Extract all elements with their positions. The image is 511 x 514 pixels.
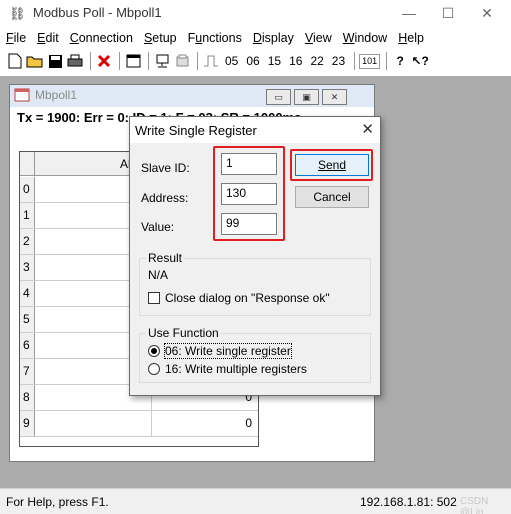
toolbar-separator	[90, 52, 91, 70]
value-cell[interactable]: 0	[153, 411, 258, 436]
maximize-button[interactable]: ☐	[433, 3, 463, 23]
row-index: 1	[20, 203, 35, 228]
menu-file[interactable]: File	[6, 31, 26, 45]
toolbar: 05 06 15 16 22 23 101 ? ↖?	[0, 48, 480, 74]
dialog-title-bar: Write Single Register ✕	[130, 117, 380, 143]
toolbar-separator	[148, 52, 149, 70]
minimize-button[interactable]: —	[394, 3, 424, 23]
menu-connection[interactable]: Connection	[70, 31, 133, 45]
function-06-label[interactable]: 06: Write single register	[164, 343, 292, 359]
connection-status-text: 192.168.1.81: 502	[360, 495, 457, 509]
result-legend: Result	[146, 251, 185, 265]
title-bar: ⛓ Modbus Poll - Mbpoll1 — ☐ ✕	[0, 0, 511, 27]
menu-view[interactable]: View	[305, 31, 332, 45]
dialog-close-button[interactable]: ✕	[361, 120, 374, 138]
row-index: 7	[20, 359, 35, 384]
slave-id-label: Slave ID:	[141, 161, 190, 175]
send-highlight-box	[290, 149, 373, 181]
toolbar-separator	[386, 52, 388, 70]
connect-icon[interactable]	[153, 51, 171, 71]
use-function-legend: Use Function	[146, 326, 221, 340]
window-title: Modbus Poll - Mbpoll1	[33, 5, 162, 20]
button-101[interactable]: 101	[359, 53, 381, 69]
row-index: 0	[20, 177, 35, 202]
fields-highlight-box	[213, 146, 285, 241]
menu-display[interactable]: Display	[253, 31, 294, 45]
open-folder-icon[interactable]	[26, 51, 44, 71]
watermark-text: CSDN @Lin	[460, 496, 489, 514]
delete-icon[interactable]	[95, 51, 113, 71]
pulse-icon[interactable]	[202, 51, 220, 71]
toolbar-separator	[119, 52, 120, 70]
child-title-bar: Mbpoll1 ▭ ▣ ✕	[10, 85, 374, 107]
child-minimize-button[interactable]: ▭	[266, 89, 291, 105]
row-index: 3	[20, 255, 35, 280]
function-22-button[interactable]: 22	[307, 51, 326, 71]
dialog-title: Write Single Register	[135, 123, 257, 138]
new-file-icon[interactable]	[6, 51, 24, 71]
menu-functions[interactable]: Functions	[188, 31, 242, 45]
status-bar: For Help, press F1. 192.168.1.81: 502 CS…	[0, 488, 511, 514]
modbus-app-icon: ⛓	[9, 6, 26, 21]
menu-setup[interactable]: Setup	[144, 31, 177, 45]
row-index: 6	[20, 333, 35, 358]
mbpoll-window-icon	[14, 88, 30, 105]
function-16-button[interactable]: 16	[286, 51, 305, 71]
menu-edit[interactable]: Edit	[37, 31, 59, 45]
toolbar-separator	[354, 52, 356, 70]
save-icon[interactable]	[46, 51, 64, 71]
menu-bar: File Edit Connection Setup Functions Dis…	[0, 28, 511, 48]
row-index: 5	[20, 307, 35, 332]
row-index: 2	[20, 229, 35, 254]
result-group	[139, 258, 371, 316]
grid-corner	[20, 152, 35, 176]
toolbar-separator	[197, 52, 198, 70]
function-15-button[interactable]: 15	[265, 51, 284, 71]
function-16-label[interactable]: 16: Write multiple registers	[165, 362, 307, 376]
function-06-radio[interactable]	[148, 345, 160, 357]
function-23-button[interactable]: 23	[329, 51, 348, 71]
row-index: 4	[20, 281, 35, 306]
window-icon[interactable]	[124, 51, 142, 71]
table-row[interactable]: 9 0	[20, 411, 258, 437]
result-text: N/A	[148, 268, 169, 282]
child-close-button[interactable]: ✕	[322, 89, 347, 105]
help-icon[interactable]: ?	[391, 51, 409, 71]
function-16-radio[interactable]	[148, 363, 160, 375]
close-button[interactable]: ✕	[472, 3, 502, 23]
address-label: Address:	[141, 191, 189, 205]
row-index: 8	[20, 385, 35, 410]
child-maximize-button[interactable]: ▣	[294, 89, 319, 105]
context-help-icon[interactable]: ↖?	[411, 51, 429, 71]
row-index: 9	[20, 411, 35, 436]
print-icon[interactable]	[66, 51, 84, 71]
disconnect-icon[interactable]	[173, 51, 191, 71]
value-label: Value:	[141, 220, 175, 234]
child-window-title: Mbpoll1	[35, 88, 78, 102]
close-on-response-label[interactable]: Close dialog on "Response ok"	[165, 291, 330, 305]
function-06-button[interactable]: 06	[243, 51, 262, 71]
help-hint-text: For Help, press F1.	[6, 495, 109, 509]
menu-help[interactable]: Help	[398, 31, 424, 45]
cancel-button[interactable]: Cancel	[295, 186, 369, 208]
function-05-button[interactable]: 05	[222, 51, 241, 71]
alias-cell[interactable]	[36, 411, 152, 436]
close-on-response-checkbox[interactable]	[148, 292, 160, 304]
menu-window[interactable]: Window	[343, 31, 387, 45]
